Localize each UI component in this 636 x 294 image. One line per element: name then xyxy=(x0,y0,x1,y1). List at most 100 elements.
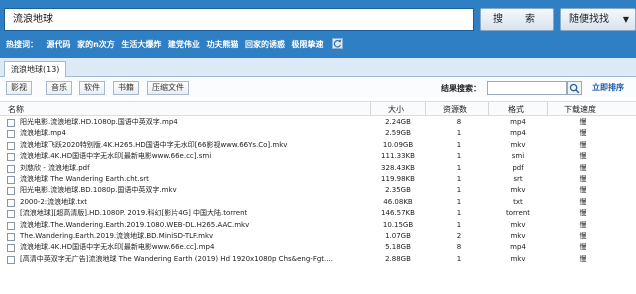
file-name[interactable]: 2000-2:流浪地球.txt xyxy=(20,197,375,208)
row-checkbox[interactable] xyxy=(7,130,15,139)
resource-count: 8 xyxy=(456,118,462,126)
column-header-name[interactable]: 名称 xyxy=(8,104,24,115)
row-checkbox[interactable] xyxy=(7,198,15,207)
hot-keyword[interactable]: 生活大爆炸 xyxy=(121,40,161,49)
table-row[interactable]: 流浪地球.4K.HD国语中字无水印[最新电影www.66e.cc].mp4 5.… xyxy=(0,242,636,253)
hot-keyword[interactable]: 源代码 xyxy=(47,40,71,49)
table-row[interactable]: 流浪地球.mp4 2.59GB 1 mp4 慢 xyxy=(0,128,636,139)
file-name[interactable]: 阳光电影.流浪地球.BD.1080p.国语中英双字.mkv xyxy=(20,185,375,196)
hot-keyword[interactable]: 极限挚速 xyxy=(292,40,324,49)
column-header-speed[interactable]: 下载速度 xyxy=(564,104,596,115)
file-size: 119.98KB xyxy=(381,174,415,183)
file-name[interactable]: The.Wandering.Earth.2019.流浪地球.BD.MiniSD-… xyxy=(20,231,375,242)
table-row[interactable]: [流浪地球][超高清版].HD.1080P. 2019.科幻[影片4G] 中国大… xyxy=(0,208,636,219)
filter-software-button[interactable]: 软件 xyxy=(79,81,105,95)
hot-keyword[interactable]: 回家的诱惑 xyxy=(245,40,285,49)
row-checkbox[interactable] xyxy=(7,141,15,150)
search-button[interactable]: 搜 索 xyxy=(480,8,554,31)
row-checkbox[interactable] xyxy=(7,210,15,219)
file-size: 5.18GB xyxy=(385,243,411,252)
file-size: 111.33KB xyxy=(381,152,415,161)
download-speed: 慢 xyxy=(579,118,587,126)
download-speed: 慢 xyxy=(579,243,587,252)
file-name[interactable]: 流浪地球.The.Wandering.Earth.2019.1080.WEB-D… xyxy=(20,220,375,231)
chevron-down-icon[interactable]: ▼ xyxy=(623,9,629,30)
row-checkbox[interactable] xyxy=(7,221,15,230)
hot-keyword[interactable]: 建党伟业 xyxy=(168,40,200,49)
file-name[interactable]: 阳光电影.流浪地球.HD.1080p.国语中英双字.mp4 xyxy=(20,117,375,128)
column-separator xyxy=(425,102,426,116)
resource-count: 1 xyxy=(456,254,462,263)
row-checkbox[interactable] xyxy=(7,164,15,173)
resource-count: 1 xyxy=(456,140,462,149)
table-row[interactable]: The.Wandering.Earth.2019.流浪地球.BD.MiniSD-… xyxy=(0,231,636,242)
hot-keyword[interactable]: 功夫熊猫 xyxy=(206,40,238,49)
file-name[interactable]: 流浪地球.mp4 xyxy=(20,128,375,139)
column-separator xyxy=(488,102,489,116)
row-checkbox[interactable] xyxy=(7,244,15,253)
resource-count: 1 xyxy=(456,129,462,138)
table-row[interactable]: 阳光电影.流浪地球.BD.1080p.国语中英双字.mkv 2.35GB 1 m… xyxy=(0,185,636,196)
result-search-label: 结果搜索： xyxy=(441,84,481,93)
file-format: mkv xyxy=(510,186,526,195)
file-name[interactable]: [高清中英双字无广告]流浪地球 The Wandering Earth (201… xyxy=(20,254,375,265)
result-search-input[interactable] xyxy=(487,81,567,95)
row-checkbox[interactable] xyxy=(7,232,15,241)
row-checkbox[interactable] xyxy=(7,187,15,196)
file-name[interactable]: 流浪地球.4K.HD国语中字无水印[最新电影www.66e.cc].smi xyxy=(20,151,375,162)
table-row[interactable]: 流浪地球飞跃2020特别版.4K.H265.HD国语中字无水印[66影视www.… xyxy=(0,140,636,151)
download-speed: 慢 xyxy=(579,209,587,218)
file-format: pdf xyxy=(512,163,524,172)
table-row[interactable]: 刘慈欣 - 流浪地球.pdf 328.43KB 1 pdf 慢 xyxy=(0,163,636,174)
download-speed: 慢 xyxy=(579,220,587,229)
row-checkbox[interactable] xyxy=(7,119,15,127)
row-checkbox[interactable] xyxy=(7,175,15,184)
row-checkbox[interactable] xyxy=(7,153,15,162)
table-row[interactable]: 流浪地球 The Wandering Earth.cht.srt 119.98K… xyxy=(0,174,636,185)
table-row[interactable]: [高清中英双字无广告]流浪地球 The Wandering Earth (201… xyxy=(0,254,636,265)
resource-count: 1 xyxy=(456,174,462,183)
download-speed: 慢 xyxy=(579,186,587,195)
table-row[interactable]: 2000-2:流浪地球.txt 46.08KB 1 txt 慢 xyxy=(0,197,636,208)
row-checkbox[interactable] xyxy=(7,255,15,264)
download-speed: 慢 xyxy=(579,197,587,206)
search-header: 流浪地球 搜 索 随便找找 ▼ 热搜词： 源代码 家的n次方 生活大爆炸 建党伟… xyxy=(0,0,636,58)
resource-count: 1 xyxy=(456,209,462,218)
filter-music-button[interactable]: 音乐 xyxy=(46,81,72,95)
hot-keyword[interactable]: 家的n次方 xyxy=(77,40,115,49)
refresh-icon[interactable] xyxy=(332,38,344,49)
file-name[interactable]: 刘慈欣 - 流浪地球.pdf xyxy=(20,163,375,174)
filter-books-button[interactable]: 书籍 xyxy=(113,81,139,95)
table-row[interactable]: 阳光电影.流浪地球.HD.1080p.国语中英双字.mp4 2.24GB 8 m… xyxy=(0,117,636,128)
column-header-size[interactable]: 大小 xyxy=(388,104,404,115)
column-separator xyxy=(547,102,548,116)
file-format: mp4 xyxy=(510,129,526,138)
file-size: 2.88GB xyxy=(385,254,411,263)
column-header-format[interactable]: 格式 xyxy=(508,104,524,115)
result-search-button[interactable] xyxy=(567,81,582,95)
file-name[interactable]: 流浪地球.4K.HD国语中字无水印[最新电影www.66e.cc].mp4 xyxy=(20,242,375,253)
table-row[interactable]: 流浪地球.4K.HD国语中字无水印[最新电影www.66e.cc].smi 11… xyxy=(0,151,636,162)
table-header: 名称 大小 资源数 格式 下载速度 xyxy=(0,101,636,116)
file-name[interactable]: [流浪地球][超高清版].HD.1080P. 2019.科幻[影片4G] 中国大… xyxy=(20,208,375,219)
random-search-button[interactable]: 随便找找 ▼ xyxy=(560,8,636,31)
file-size: 2.59GB xyxy=(385,129,411,138)
download-speed: 慢 xyxy=(579,152,587,161)
filter-archive-button[interactable]: 压缩文件 xyxy=(147,81,189,95)
tab-search-result[interactable]: 流浪地球(13) xyxy=(4,61,66,77)
download-speed: 慢 xyxy=(579,231,587,240)
search-input[interactable]: 流浪地球 xyxy=(4,8,474,31)
file-format: mkv xyxy=(510,231,526,240)
file-format: torrent xyxy=(506,209,530,218)
column-separator xyxy=(370,102,371,116)
file-name[interactable]: 流浪地球飞跃2020特别版.4K.H265.HD国语中字无水印[66影视www.… xyxy=(20,140,375,151)
file-size: 2.35GB xyxy=(385,186,411,195)
filter-video-button[interactable]: 影视 xyxy=(6,81,32,95)
file-format: mp4 xyxy=(510,118,526,126)
file-name[interactable]: 流浪地球 The Wandering Earth.cht.srt xyxy=(20,174,375,185)
column-header-count[interactable]: 资源数 xyxy=(443,104,467,115)
sort-now-link[interactable]: 立即排序 xyxy=(592,82,624,93)
hot-keywords: 热搜词： 源代码 家的n次方 生活大爆炸 建党伟业 功夫熊猫 回家的诱惑 极限挚… xyxy=(6,38,344,51)
file-format: mp4 xyxy=(510,243,526,252)
table-row[interactable]: 流浪地球.The.Wandering.Earth.2019.1080.WEB-D… xyxy=(0,220,636,231)
